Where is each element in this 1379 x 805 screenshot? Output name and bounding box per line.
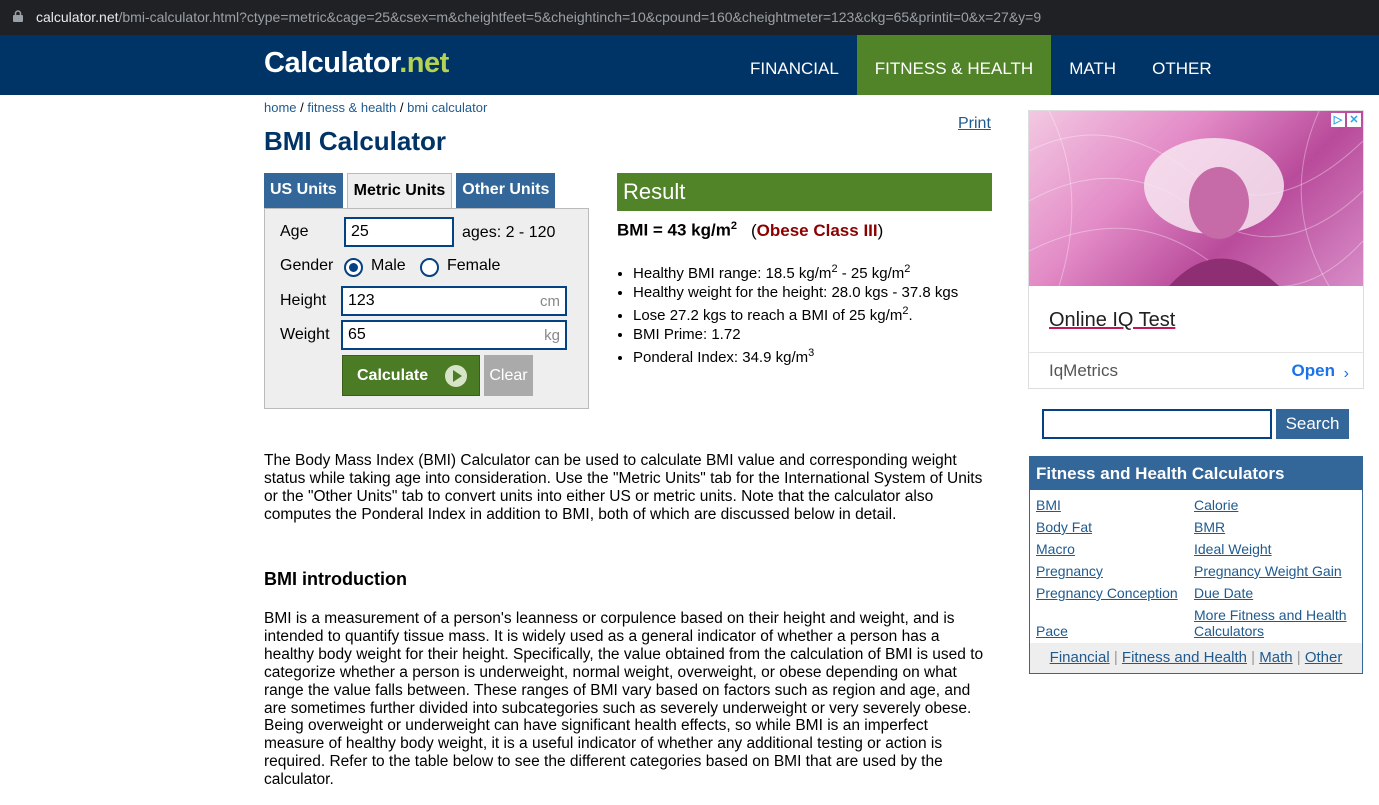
weight-label: Weight — [280, 326, 330, 343]
list-item: Healthy weight for the height: 28.0 kgs … — [633, 283, 958, 302]
sidebar-link-bmi[interactable]: BMI — [1036, 497, 1061, 513]
breadcrumb: home / fitness & health / bmi calculator — [264, 100, 488, 115]
nav-financial[interactable]: FINANCIAL — [732, 35, 857, 95]
browser-address-bar[interactable]: calculator.net/bmi-calculator.html?ctype… — [0, 0, 1379, 35]
age-range-hint: ages: 2 - 120 — [462, 224, 556, 241]
ad-divider — [1029, 352, 1363, 353]
weight-input[interactable]: 65 kg — [341, 320, 567, 350]
bmi-form: Age 25 ages: 2 - 120 Gender Male Female … — [264, 208, 589, 409]
play-icon — [445, 365, 467, 387]
section-heading: BMI introduction — [264, 569, 407, 589]
list-item: Ponderal Index: 34.9 kg/m3 — [633, 344, 958, 367]
footer-link-fitness-health[interactable]: Fitness and Health — [1122, 649, 1247, 666]
ad-brand: IqMetrics — [1049, 361, 1118, 380]
female-label[interactable]: Female — [447, 257, 500, 275]
footer-link-financial[interactable]: Financial — [1050, 649, 1110, 666]
height-unit: cm — [540, 293, 560, 310]
sidebar-link-due-date[interactable]: Due Date — [1194, 585, 1253, 601]
site-header: Calculator.net FINANCIAL FITNESS & HEALT… — [0, 35, 1379, 95]
male-radio[interactable] — [344, 258, 363, 277]
result-heading: Result — [617, 173, 992, 211]
url-text[interactable]: calculator.net/bmi-calculator.html?ctype… — [36, 9, 1041, 25]
breadcrumb-home[interactable]: home — [264, 100, 297, 115]
page-title: BMI Calculator — [264, 126, 447, 156]
site-logo[interactable]: Calculator.net — [264, 47, 449, 80]
height-label: Height — [280, 292, 327, 309]
lock-icon — [13, 10, 23, 22]
footer-link-math[interactable]: Math — [1259, 649, 1292, 666]
bmi-class: Obese Class III — [756, 220, 878, 240]
sidebar-link-macro[interactable]: Macro — [1036, 541, 1075, 557]
age-input[interactable]: 25 — [344, 217, 454, 247]
sidebar-link-pregnancy[interactable]: Pregnancy — [1036, 563, 1103, 579]
search-button[interactable]: Search — [1276, 409, 1349, 439]
tab-us-units[interactable]: US Units — [264, 173, 343, 209]
calculate-button[interactable]: Calculate — [342, 355, 480, 396]
print-link[interactable]: Print — [958, 115, 991, 133]
sidebar-link-ideal-weight[interactable]: Ideal Weight — [1194, 541, 1272, 557]
fitness-health-calculators: Fitness and Health Calculators BMI Body … — [1029, 456, 1363, 674]
sidebar-link-more[interactable]: More Fitness and Health Calculators — [1194, 607, 1354, 639]
sidebar-footer-links: Financial | Fitness and Health | Math | … — [1030, 643, 1362, 673]
breadcrumb-fitness[interactable]: fitness & health — [307, 100, 396, 115]
list-item: Healthy BMI range: 18.5 kg/m2 - 25 kg/m2 — [633, 260, 958, 283]
ad-open-button[interactable]: Open — [1292, 361, 1335, 381]
ad-close-icon[interactable]: ✕ — [1347, 113, 1361, 127]
sidebar-link-body-fat[interactable]: Body Fat — [1036, 519, 1092, 535]
nav-other[interactable]: OTHER — [1134, 35, 1230, 95]
age-label: Age — [280, 223, 309, 240]
male-label[interactable]: Male — [371, 257, 406, 275]
list-item: BMI Prime: 1.72 — [633, 325, 958, 344]
sidebar-link-pregnancy-weight-gain[interactable]: Pregnancy Weight Gain — [1194, 563, 1342, 579]
ad-info-icon[interactable]: ▷ — [1331, 113, 1345, 127]
sidebar-link-pregnancy-conception[interactable]: Pregnancy Conception — [1036, 585, 1178, 601]
tab-metric-units[interactable]: Metric Units — [346, 173, 453, 210]
nav-math[interactable]: MATH — [1051, 35, 1134, 95]
height-input[interactable]: 123 cm — [341, 286, 567, 316]
ad-image[interactable]: ▷ ✕ — [1029, 111, 1363, 286]
result-details-list: Healthy BMI range: 18.5 kg/m2 - 25 kg/m2… — [633, 260, 958, 367]
bmi-result: BMI = 43 kg/m2 (Obese Class III) — [617, 220, 884, 240]
section-paragraph: BMI is a measurement of a person's leann… — [264, 610, 984, 789]
ad-headline[interactable]: Online IQ Test — [1049, 309, 1175, 332]
top-nav: FINANCIAL FITNESS & HEALTH MATH OTHER — [732, 35, 1230, 95]
ad-choices[interactable]: ▷ ✕ — [1331, 113, 1361, 127]
ad-portrait-art — [1029, 111, 1363, 286]
clear-button[interactable]: Clear — [484, 355, 533, 396]
footer-link-other[interactable]: Other — [1305, 649, 1343, 666]
tab-other-units[interactable]: Other Units — [456, 173, 556, 209]
chevron-right-icon: › — [1343, 365, 1349, 382]
advertisement[interactable]: ▷ ✕ Online IQ Test IqMetrics Open › — [1028, 110, 1364, 389]
gender-label: Gender — [280, 257, 334, 274]
nav-fitness-health[interactable]: FITNESS & HEALTH — [856, 35, 1052, 95]
sidebar-link-pace[interactable]: Pace — [1036, 623, 1068, 639]
female-radio[interactable] — [420, 258, 439, 277]
search-input[interactable] — [1042, 409, 1272, 439]
sidebar-heading: Fitness and Health Calculators — [1030, 457, 1362, 490]
intro-paragraph: The Body Mass Index (BMI) Calculator can… — [264, 452, 983, 523]
list-item: Lose 27.2 kgs to reach a BMI of 25 kg/m2… — [633, 302, 958, 325]
sidebar-link-calorie[interactable]: Calorie — [1194, 497, 1238, 513]
sidebar-link-bmr[interactable]: BMR — [1194, 519, 1225, 535]
weight-unit: kg — [544, 327, 560, 344]
unit-tabs: US Units Metric Units Other Units — [264, 173, 559, 210]
breadcrumb-current[interactable]: bmi calculator — [407, 100, 487, 115]
